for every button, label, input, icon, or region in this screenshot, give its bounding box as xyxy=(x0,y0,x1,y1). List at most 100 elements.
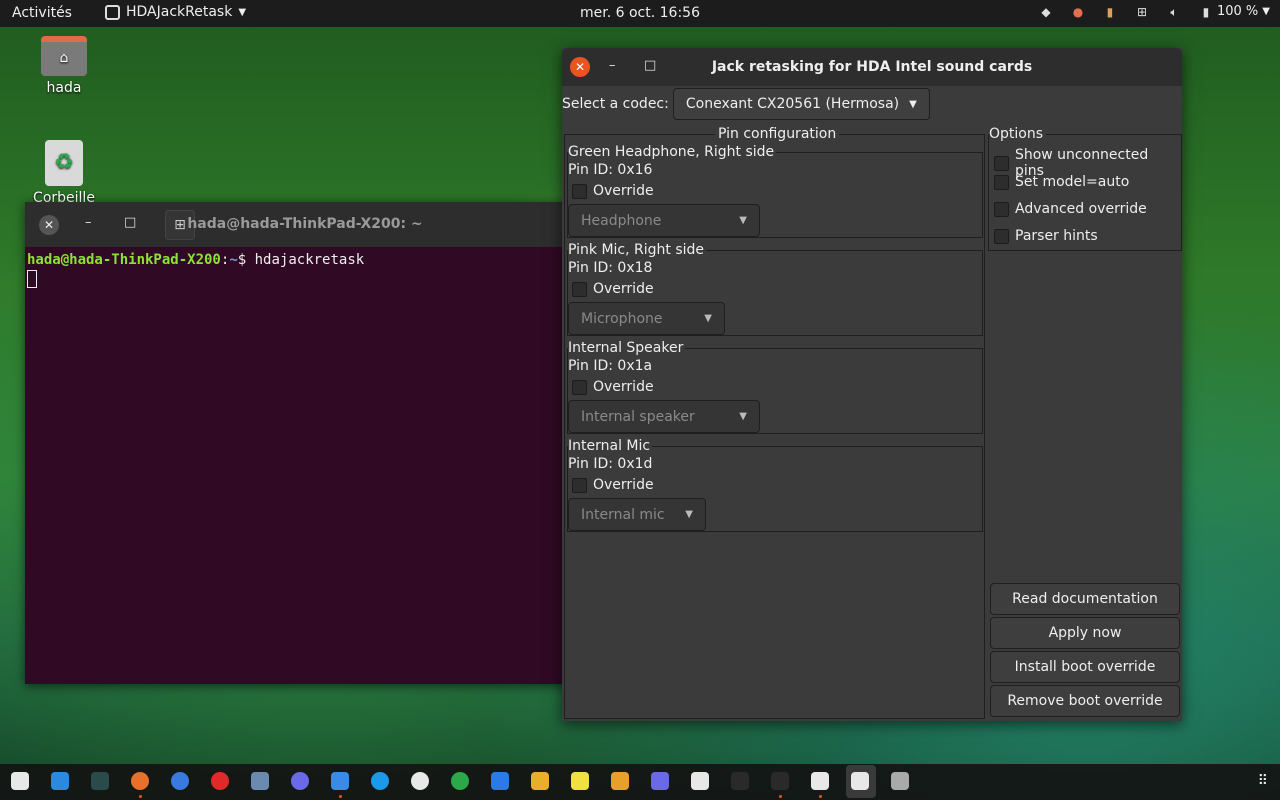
terminal-command: hdajackretask xyxy=(246,252,365,268)
pin-id: Pin ID: 0x1a xyxy=(568,358,653,374)
skype-icon[interactable] xyxy=(371,772,389,790)
checkbox-icon[interactable] xyxy=(994,228,1009,244)
pin-name: Internal Speaker xyxy=(568,340,686,356)
app-icon[interactable] xyxy=(331,772,349,790)
calculator-icon[interactable] xyxy=(611,772,629,790)
app-icon[interactable] xyxy=(651,772,669,790)
chevron-down-icon: ▼ xyxy=(238,6,247,18)
app-icon[interactable] xyxy=(531,772,549,790)
running-indicator xyxy=(819,795,822,798)
clock[interactable]: mer. 6 oct. 16:56 xyxy=(580,5,700,21)
battery-indicator[interactable]: ▮ 100 % ▼ xyxy=(1199,4,1270,19)
pin-function-value: Headphone xyxy=(581,212,662,229)
slack-icon[interactable] xyxy=(411,772,429,790)
pin-function-dropdown[interactable]: Microphone ▼ xyxy=(568,302,725,335)
terminal-window[interactable]: ✕ – □ ⊞ hada@hada-ThinkPad-X200: ~ hada@… xyxy=(25,202,585,684)
pin-group: Pink Mic, Right side Pin ID: 0x18 Overri… xyxy=(567,242,983,336)
terminal-icon[interactable] xyxy=(771,772,789,790)
clipboard-icon[interactable]: ▮ xyxy=(1103,5,1117,19)
terminal-cursor xyxy=(27,270,37,288)
hda-titlebar[interactable]: ✕ – □ Jack retasking for HDA Intel sound… xyxy=(562,48,1182,86)
desktop-trash[interactable]: ♻ Corbeille xyxy=(19,140,109,206)
checkbox-icon[interactable] xyxy=(572,477,587,493)
install-boot-override-button[interactable]: Install boot override xyxy=(990,651,1180,683)
app-icon[interactable] xyxy=(811,772,829,790)
hda-icon[interactable] xyxy=(851,772,869,790)
system-tray[interactable]: ◆ ● ▮ ⊞ 🔈︎ ▮ 100 % ▼ xyxy=(1039,4,1270,19)
checkbox-icon[interactable] xyxy=(572,281,587,297)
options-label: Options xyxy=(989,126,1047,142)
override-checkbox[interactable]: Override xyxy=(572,281,654,297)
option-set-model-auto[interactable]: Set model=auto xyxy=(994,174,1129,190)
checkbox-icon[interactable] xyxy=(994,201,1009,217)
codec-dropdown[interactable]: Conexant CX20561 (Hermosa) ▼ xyxy=(672,88,930,120)
chevron-down-icon: ▼ xyxy=(1262,6,1270,17)
chevron-down-icon: ▼ xyxy=(739,411,747,422)
override-checkbox[interactable]: Override xyxy=(572,379,654,395)
override-checkbox[interactable]: Override xyxy=(572,477,654,493)
vscode-icon[interactable] xyxy=(51,772,69,790)
prompt-symbol: $ xyxy=(237,252,247,268)
opera-icon[interactable] xyxy=(211,772,229,790)
terminal-content[interactable]: hada@hada-ThinkPad-X200:~$ hdajackretask xyxy=(25,247,585,297)
show-applications-icon[interactable]: ⠿ xyxy=(1258,773,1268,789)
notes-icon[interactable] xyxy=(571,772,589,790)
checkbox-icon[interactable] xyxy=(994,174,1009,190)
dropbox-icon[interactable]: ◆ xyxy=(1039,5,1053,19)
dock: ⠿ xyxy=(0,764,1280,800)
pin-id: Pin ID: 0x16 xyxy=(568,162,653,178)
pin-group: Internal Speaker Pin ID: 0x1a Override I… xyxy=(567,340,983,434)
remove-boot-override-button[interactable]: Remove boot override xyxy=(990,685,1180,717)
pin-configuration-label: Pin configuration xyxy=(715,126,840,142)
checkbox-icon[interactable] xyxy=(572,379,587,395)
pin-function-dropdown[interactable]: Internal mic ▼ xyxy=(568,498,706,531)
pin-name: Internal Mic xyxy=(568,438,653,454)
app-icon[interactable] xyxy=(91,772,109,790)
desktop-home-folder[interactable]: ⌂ hada xyxy=(19,36,109,96)
pin-name: Pink Mic, Right side xyxy=(568,242,707,258)
checkbox-icon[interactable] xyxy=(572,183,587,199)
read-documentation-button[interactable]: Read documentation xyxy=(990,583,1180,615)
top-bar: Activités HDAJackRetask ▼ mer. 6 oct. 16… xyxy=(0,0,1280,27)
option-advanced-override[interactable]: Advanced override xyxy=(994,201,1147,217)
terminal-title: hada@hada-ThinkPad-X200: ~ xyxy=(187,216,423,232)
yandex-icon[interactable] xyxy=(451,772,469,790)
override-checkbox[interactable]: Override xyxy=(572,183,654,199)
app-icon[interactable] xyxy=(731,772,749,790)
app-menu-label: HDAJackRetask xyxy=(126,4,233,20)
network-icon[interactable]: ⊞ xyxy=(1135,5,1149,19)
files-icon[interactable] xyxy=(11,772,29,790)
discord-icon[interactable] xyxy=(291,772,309,790)
pin-id: Pin ID: 0x18 xyxy=(568,260,653,276)
running-indicator xyxy=(139,795,142,798)
app-icon[interactable] xyxy=(891,772,909,790)
option-label: Parser hints xyxy=(1015,228,1098,244)
chevron-down-icon: ▼ xyxy=(704,313,712,324)
app-menu[interactable]: HDAJackRetask ▼ xyxy=(105,4,246,20)
pin-id: Pin ID: 0x1d xyxy=(568,456,653,472)
override-label: Override xyxy=(593,379,654,395)
pin-function-dropdown[interactable]: Headphone ▼ xyxy=(568,204,760,237)
chevron-down-icon: ▼ xyxy=(909,98,917,110)
notification-icon[interactable]: ● xyxy=(1071,5,1085,19)
option-parser-hints[interactable]: Parser hints xyxy=(994,228,1098,244)
chrome-icon[interactable] xyxy=(171,772,189,790)
volume-icon[interactable]: 🔈︎ xyxy=(1167,5,1181,19)
pin-function-dropdown[interactable]: Internal speaker ▼ xyxy=(568,400,760,433)
terminal-titlebar[interactable]: ✕ – □ ⊞ hada@hada-ThinkPad-X200: ~ xyxy=(25,202,585,247)
pin-function-value: Internal mic xyxy=(581,506,665,523)
codec-label: Select a codec: xyxy=(562,96,669,112)
apply-now-button[interactable]: Apply now xyxy=(990,617,1180,649)
hda-window[interactable]: ✕ – □ Jack retasking for HDA Intel sound… xyxy=(562,48,1182,721)
checkbox-icon[interactable] xyxy=(994,155,1009,171)
activities-button[interactable]: Activités xyxy=(12,5,72,21)
codec-row: Select a codec: Conexant CX20561 (Hermos… xyxy=(562,88,930,120)
battery-icon: ▮ xyxy=(1202,4,1210,19)
browser-icon[interactable] xyxy=(251,772,269,790)
chevron-down-icon: ▼ xyxy=(739,215,747,226)
chevron-down-icon: ▼ xyxy=(685,509,693,520)
zoom-icon[interactable] xyxy=(491,772,509,790)
firefox-icon[interactable] xyxy=(131,772,149,790)
override-label: Override xyxy=(593,183,654,199)
app-icon[interactable] xyxy=(691,772,709,790)
